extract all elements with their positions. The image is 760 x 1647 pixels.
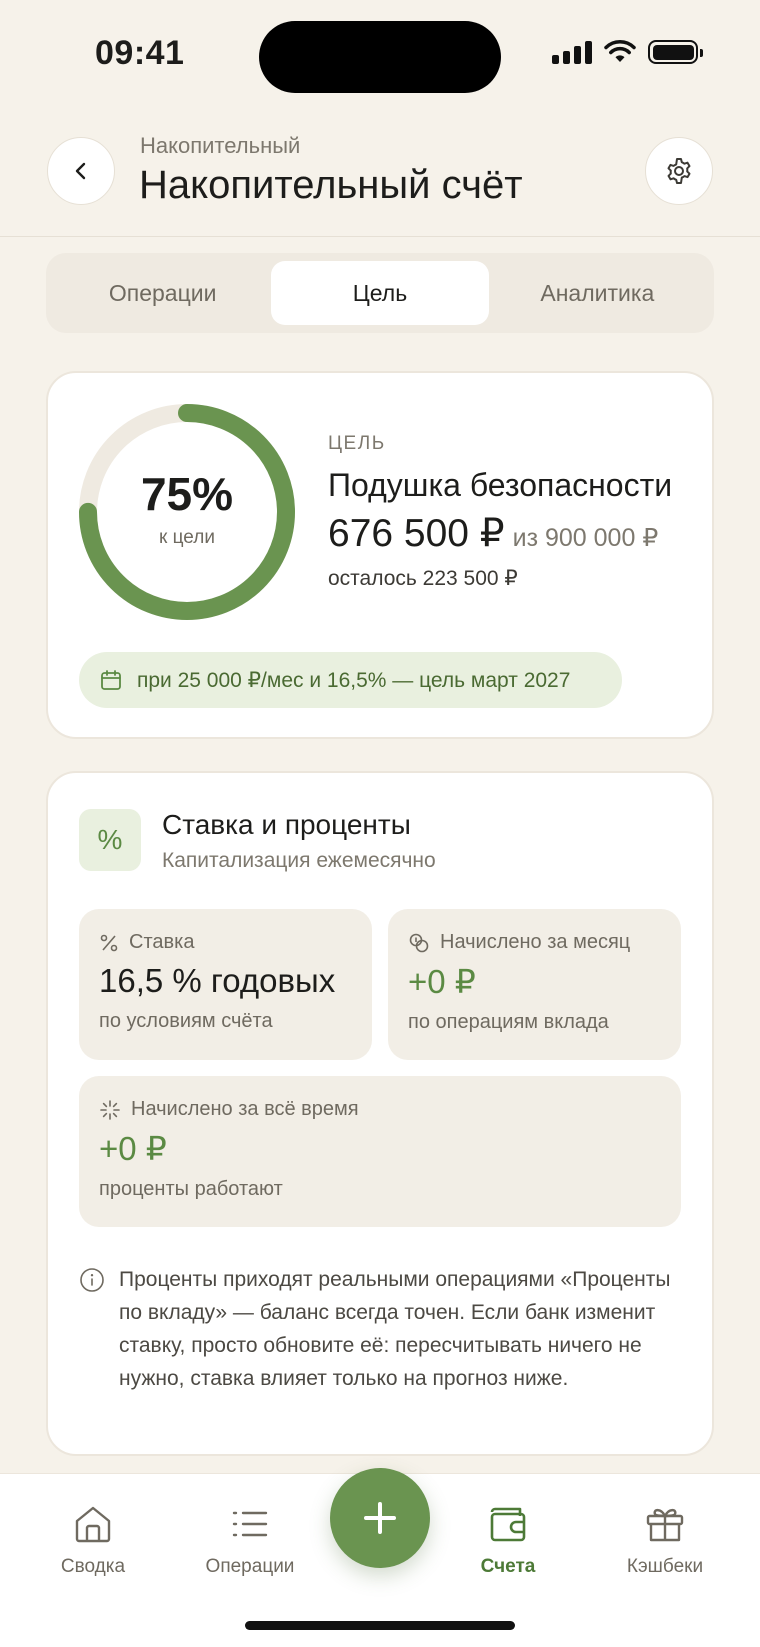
nav-summary-label: Сводка xyxy=(60,1556,126,1577)
nav-operations-label: Операции xyxy=(205,1556,295,1577)
goal-eyebrow: ЦЕЛЬ xyxy=(328,433,386,454)
percent-icon: % xyxy=(79,809,141,871)
monthly-interest-note: по операциям вклада xyxy=(408,1011,609,1033)
all-time-interest-tile[interactable]: Начислено за всё время +0 ₽ проценты раб… xyxy=(79,1076,681,1227)
percent-small-icon xyxy=(100,934,118,951)
cellular-signal-icon xyxy=(552,40,592,64)
status-icons xyxy=(552,40,703,64)
rate-card-title: Ставка и проценты xyxy=(162,809,411,840)
all-time-interest-note: проценты работают xyxy=(99,1178,283,1200)
goal-remaining: осталось 223 500 ₽ xyxy=(328,567,518,590)
nav-summary[interactable]: Сводка xyxy=(28,1502,158,1578)
info-icon xyxy=(80,1268,104,1292)
goal-name: Подушка безопасности xyxy=(328,467,673,503)
gear-icon xyxy=(667,158,691,184)
page-title: Накопительный счёт xyxy=(139,163,523,207)
calendar-icon xyxy=(101,670,121,690)
home-icon xyxy=(75,1506,111,1543)
wallet-icon xyxy=(490,1507,526,1542)
rate-info-note: Проценты приходят реальными операциями «… xyxy=(79,1263,679,1395)
monthly-interest-value: +0 ₽ xyxy=(408,963,476,1000)
all-time-interest-label: Начислено за всё время xyxy=(131,1098,359,1120)
rate-card: % Ставка и проценты Капитализация ежемес… xyxy=(46,771,714,1456)
back-button[interactable] xyxy=(47,137,115,205)
segmented-tabs: Операции Цель Аналитика xyxy=(46,253,714,333)
tab-goal[interactable]: Цель xyxy=(271,261,489,325)
account-type-label: Накопительный xyxy=(140,133,301,158)
rate-card-subtitle: Капитализация ежемесячно xyxy=(162,849,436,872)
goal-percent: 75% xyxy=(140,468,234,520)
nav-accounts-label: Счета xyxy=(480,1556,536,1577)
nav-accounts[interactable]: Счета xyxy=(443,1502,573,1578)
rate-tile-label: Ставка xyxy=(129,931,195,953)
monthly-interest-label: Начислено за месяц xyxy=(440,931,631,953)
goal-percent-caption: к цели xyxy=(159,527,215,548)
chevron-left-icon xyxy=(75,162,86,180)
rate-tile-value: 16,5 % годовых xyxy=(99,962,336,999)
tab-operations[interactable]: Операции xyxy=(54,261,271,325)
dynamic-island xyxy=(259,21,501,93)
nav-cashback-label: Кэшбеки xyxy=(626,1556,704,1577)
goal-amounts: 676 500 ₽ из 900 000 ₽ xyxy=(328,511,658,556)
nav-cashback[interactable]: Кэшбеки xyxy=(600,1502,730,1578)
status-bar: 09:41 xyxy=(0,0,760,110)
nav-operations[interactable]: Операции xyxy=(185,1502,315,1578)
tab-analytics[interactable]: Аналитика xyxy=(489,261,706,325)
list-icon xyxy=(232,1511,268,1537)
goal-card: 75% к цели ЦЕЛЬ Подушка безопасности 676… xyxy=(46,371,714,739)
rate-tile[interactable]: Ставка 16,5 % годовых по условиям счёта xyxy=(79,909,372,1060)
monthly-interest-tile[interactable]: Начислено за месяц +0 ₽ по операциям вкл… xyxy=(388,909,681,1060)
add-button[interactable] xyxy=(330,1468,430,1568)
battery-icon xyxy=(648,40,703,64)
home-indicator xyxy=(245,1621,515,1630)
coins-icon xyxy=(409,933,429,952)
plus-icon xyxy=(364,1502,396,1534)
goal-progress-ring: 75% к цели xyxy=(78,403,296,621)
wifi-icon xyxy=(604,40,636,62)
goal-current-amount: 676 500 ₽ xyxy=(328,512,505,555)
goal-forecast-pill: при 25 000 ₽/мес и 16,5% — цель март 202… xyxy=(79,652,622,708)
settings-button[interactable] xyxy=(645,137,713,205)
gift-icon xyxy=(646,1508,684,1542)
goal-target-amount: из 900 000 ₽ xyxy=(512,524,659,552)
rate-info-text: Проценты приходят реальными операциями «… xyxy=(119,1268,671,1390)
status-time: 09:41 xyxy=(95,34,185,72)
bottom-nav: Сводка Операции Счета Кэшбеки xyxy=(0,1468,760,1647)
goal-forecast-text: при 25 000 ₽/мес и 16,5% — цель март 202… xyxy=(137,668,571,692)
sparkle-icon xyxy=(100,1099,120,1120)
page-header: Накопительный Накопительный счёт xyxy=(0,125,760,237)
rate-tile-note: по условиям счёта xyxy=(99,1010,273,1032)
all-time-interest-value: +0 ₽ xyxy=(99,1130,167,1167)
